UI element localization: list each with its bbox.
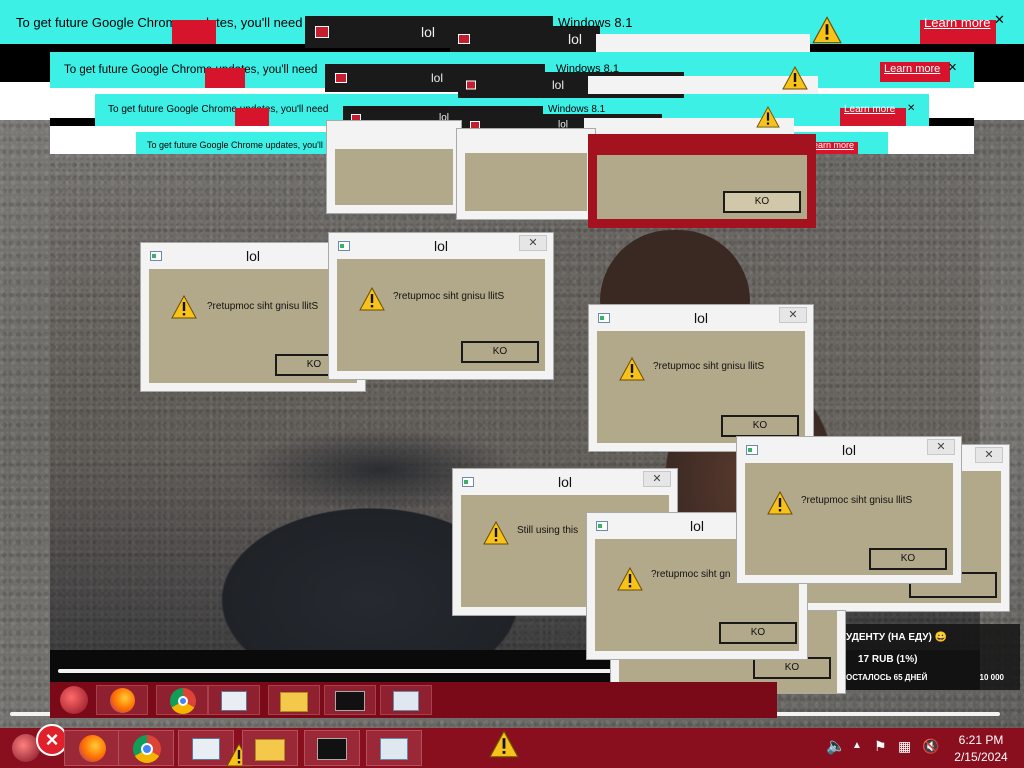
dialog-message: ?retupmoc siht gnisu llitS [207, 301, 319, 312]
dialog-close-button[interactable]: ✕ [519, 235, 547, 251]
dialog-close-button[interactable]: ✕ [927, 439, 955, 455]
dialog-title-bar[interactable]: lol ✕ [737, 437, 961, 463]
warning-icon [359, 287, 385, 311]
clock-time[interactable]: 6:21 PM [946, 733, 1016, 747]
ok-button[interactable]: KO [461, 341, 539, 363]
control-panel-icon [192, 738, 220, 760]
dialog-message: Still using this [517, 525, 579, 536]
dialog-window-back [456, 128, 596, 220]
ok-button[interactable]: KO [719, 622, 797, 644]
donation-goal-overlay: УДЕНТУ (НА ЕДУ) 😀 17 RUB (1%) ОСТАЛОСЬ 6… [840, 624, 1020, 690]
ok-button[interactable]: KO [721, 415, 799, 437]
warning-icon [812, 16, 842, 44]
warning-icon [619, 357, 645, 381]
warning-icon [756, 106, 780, 128]
ok-button[interactable]: KO [869, 548, 947, 570]
taskbar: × 🔈 ▲ ⚑ ▦ 🔇 6:21 PM 2/15/2024 [0, 724, 1024, 768]
dialog-close-button[interactable]: ✕ [643, 471, 671, 487]
goal-target: 10 000 [979, 673, 1004, 682]
dialog-body: ?retupmoc siht gnisu llitS KO [149, 269, 357, 383]
terminal-icon [335, 691, 365, 711]
dialog-title-bar[interactable]: lol ✕ [329, 233, 553, 259]
ghost-taskbar-control-panel [208, 685, 260, 715]
chevron-up-icon[interactable]: ▲ [852, 740, 862, 751]
dialog-message: ?retupmoc siht gnisu llitS [653, 361, 765, 372]
ghost-taskbar-cmd [324, 685, 376, 715]
ghost-taskbar-file-explorer [268, 685, 320, 715]
ok-button[interactable]: KO [753, 657, 831, 679]
dialog-body: ?retupmoc siht gnisu llitS KO [745, 463, 953, 575]
ghost-taskbar-perfmon [380, 685, 432, 715]
ok-button[interactable]: KO [723, 191, 801, 213]
dialog-message: ?retupmoc siht gnisu llitS [393, 291, 505, 302]
terminal-icon [317, 738, 347, 760]
taskbar-firefox[interactable] [64, 730, 120, 766]
folder-icon [280, 692, 308, 712]
clock-date[interactable]: 2/15/2024 [946, 750, 1016, 764]
dialog-title-bar[interactable]: lol ✕ [589, 305, 813, 331]
dialog-window: lol ✕ ?retupmoc siht gnisu llitS KO [736, 436, 962, 584]
goal-days-left: ОСТАЛОСЬ 65 ДНЕЙ [846, 673, 928, 682]
taskbar-command-prompt[interactable] [304, 730, 360, 766]
warning-icon [488, 730, 520, 758]
dialog-close-button[interactable]: ✕ [779, 307, 807, 323]
warning-icon [767, 491, 793, 515]
dialog-message: ?retupmoc siht gnisu llitS [801, 495, 913, 506]
dialog-body: ?retupmoc siht gnisu llitS KO [337, 259, 545, 371]
ghost-taskbar-firefox [96, 685, 148, 715]
learn-more-link[interactable]: Learn more [924, 15, 990, 30]
warning-icon [171, 295, 197, 319]
warning-icon [782, 66, 808, 90]
start-orb-icon [60, 686, 88, 714]
monitor-icon [393, 691, 419, 711]
warning-icon [483, 521, 509, 545]
dialog-close-button[interactable]: ✕ [975, 447, 1003, 463]
dialog-window-focused: KO [588, 134, 816, 228]
warning-icon [617, 567, 643, 591]
dialog-window: lol ✕ ?retupmoc siht gnisu llitS KO [588, 304, 814, 452]
firefox-icon [110, 688, 135, 713]
goal-amount: 17 RUB (1%) [858, 654, 918, 665]
taskbar-file-explorer[interactable] [242, 730, 298, 766]
dialog-window-back [326, 120, 462, 214]
taskbar-chrome[interactable] [118, 730, 174, 766]
dialog-window: lol ✕ ?retupmoc siht gnisu llitS KO [328, 232, 554, 380]
mute-icon[interactable]: 🔇 [922, 738, 939, 755]
folder-icon [255, 739, 285, 761]
update-message: To get future Google Chrome updates, you… [16, 15, 303, 30]
volume-icon[interactable]: 🔈 [826, 736, 846, 756]
ghost-taskbar-chrome [156, 685, 208, 715]
control-panel-icon [221, 691, 247, 711]
taskbar-performance-monitor[interactable] [366, 730, 422, 766]
goal-title: УДЕНТУ (НА ЕДУ) 😀 [846, 632, 948, 643]
monitor-icon [380, 738, 408, 760]
dialog-message: ?retupmoc siht gn [651, 569, 731, 580]
update-bar-close-button[interactable]: ✕ [994, 12, 1005, 28]
network-icon[interactable]: ▦ [898, 738, 911, 755]
flag-icon[interactable]: ⚑ [874, 738, 887, 755]
ghost-taskbar [50, 682, 777, 718]
dialog-title-bar[interactable]: lol ✕ [453, 469, 677, 495]
dialog-body: ?retupmoc siht gnisu llitS KO [597, 331, 805, 443]
firefox-icon [79, 735, 106, 762]
